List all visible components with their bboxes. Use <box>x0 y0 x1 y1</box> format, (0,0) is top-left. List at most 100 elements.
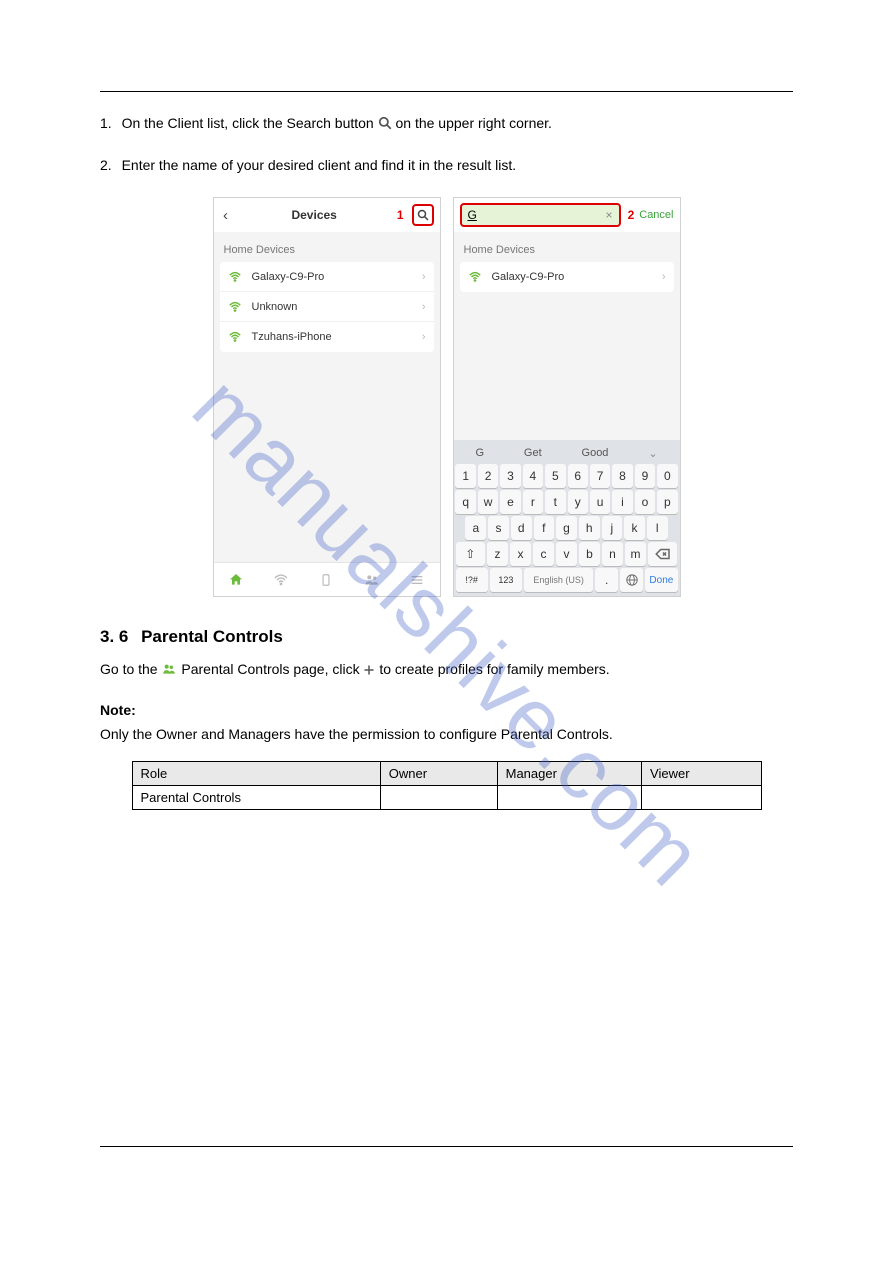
search-input[interactable]: G × <box>460 203 621 227</box>
table-cell <box>642 786 761 810</box>
column-header: Role <box>132 762 380 786</box>
column-header: Viewer <box>642 762 761 786</box>
key[interactable]: h <box>579 516 600 540</box>
wifi-icon <box>228 270 244 284</box>
key[interactable]: w <box>478 490 498 514</box>
chevron-right-icon: › <box>422 331 426 343</box>
backspace-key[interactable] <box>648 542 677 566</box>
chevron-down-icon[interactable]: ⌄ <box>648 447 657 460</box>
key[interactable]: f <box>534 516 555 540</box>
key[interactable]: a <box>465 516 486 540</box>
key[interactable]: 5 <box>545 464 565 488</box>
cancel-button[interactable]: Cancel <box>639 209 673 221</box>
table-header-row: Role Owner Manager Viewer <box>132 762 761 786</box>
suggestion[interactable]: G <box>475 447 484 459</box>
phone-icon[interactable] <box>318 572 334 588</box>
shift-key[interactable]: ⇧ <box>456 542 485 566</box>
body-text-mid: Parental Controls page, click <box>181 661 359 677</box>
key[interactable]: 0 <box>657 464 677 488</box>
key[interactable]: d <box>511 516 532 540</box>
key[interactable]: 8 <box>612 464 632 488</box>
home-icon[interactable] <box>228 572 244 588</box>
key[interactable]: p <box>657 490 677 514</box>
key[interactable]: s <box>488 516 509 540</box>
wifi-icon[interactable] <box>273 572 289 588</box>
table-cell <box>380 786 497 810</box>
key[interactable]: m <box>625 542 646 566</box>
key[interactable]: k <box>624 516 645 540</box>
key[interactable]: 6 <box>568 464 588 488</box>
note-label: Note: <box>100 702 793 718</box>
suggestion[interactable]: Good <box>582 447 609 459</box>
page-header-rule: Chapter 3 <box>100 70 793 92</box>
table-cell <box>497 786 641 810</box>
list-item[interactable]: Galaxy-C9-Pro › <box>460 262 674 292</box>
header-left: Chapter 3 <box>100 70 153 91</box>
key[interactable]: 3 <box>500 464 520 488</box>
table-cell: Parental Controls <box>132 786 380 810</box>
symbols-key[interactable]: !?# <box>456 568 488 592</box>
search-button[interactable] <box>412 204 434 226</box>
numbers-key[interactable]: 123 <box>490 568 522 592</box>
step-number: 1. <box>100 115 112 131</box>
back-icon[interactable]: ‹ <box>220 207 232 224</box>
section-label: Home Devices <box>220 238 434 262</box>
globe-key[interactable] <box>620 568 643 592</box>
phone-header: ‹ Devices 1 <box>214 198 440 232</box>
section-heading-parental: 3. 6 Parental Controls <box>100 627 793 647</box>
list-item[interactable]: Galaxy-C9-Pro › <box>220 262 434 292</box>
key[interactable]: l <box>647 516 668 540</box>
instruction-step-1: 1. On the Client list, click the Search … <box>100 114 793 134</box>
body-text-before: Go to the <box>100 661 158 677</box>
key[interactable]: 1 <box>455 464 475 488</box>
suggestion[interactable]: Get <box>524 447 542 459</box>
key[interactable]: t <box>545 490 565 514</box>
key[interactable]: r <box>523 490 543 514</box>
key[interactable]: y <box>568 490 588 514</box>
key[interactable]: x <box>510 542 531 566</box>
key[interactable]: o <box>635 490 655 514</box>
key[interactable]: b <box>579 542 600 566</box>
phone-screenshot-devices: ‹ Devices 1 Home Devices Galaxy-C9-Pro › <box>213 197 441 597</box>
column-header: Manager <box>497 762 641 786</box>
key[interactable]: e <box>500 490 520 514</box>
space-key[interactable]: English (US) <box>524 568 593 592</box>
device-list: Galaxy-C9-Pro › <box>460 262 674 292</box>
clear-icon[interactable]: × <box>606 208 613 222</box>
phone-body: Home Devices Galaxy-C9-Pro › <box>454 232 680 440</box>
key[interactable]: u <box>590 490 610 514</box>
step-text-after: on the upper right corner. <box>395 115 551 131</box>
suggestion-row: G Get Good ⌄ <box>456 444 678 462</box>
people-icon[interactable] <box>364 572 380 588</box>
key[interactable]: 9 <box>635 464 655 488</box>
period-key[interactable]: . <box>595 568 618 592</box>
key[interactable]: c <box>533 542 554 566</box>
callout-2: 2 <box>628 208 635 222</box>
key[interactable]: i <box>612 490 632 514</box>
done-key[interactable]: Done <box>645 568 677 592</box>
column-header: Owner <box>380 762 497 786</box>
device-name: Tzuhans-iPhone <box>252 331 422 343</box>
device-list: Galaxy-C9-Pro › Unknown › Tzuhans-iPhone… <box>220 262 434 352</box>
phone-body: Home Devices Galaxy-C9-Pro › Unknown › <box>214 232 440 562</box>
key[interactable]: z <box>487 542 508 566</box>
plus-icon <box>363 664 375 676</box>
key[interactable]: 4 <box>523 464 543 488</box>
list-item[interactable]: Unknown › <box>220 292 434 322</box>
people-icon <box>161 663 181 679</box>
table-row: Parental Controls <box>132 786 761 810</box>
screen-title: Devices <box>238 208 391 222</box>
device-name: Galaxy-C9-Pro <box>252 271 422 283</box>
key[interactable]: g <box>556 516 577 540</box>
key[interactable]: 7 <box>590 464 610 488</box>
menu-icon[interactable] <box>409 572 425 588</box>
key[interactable]: n <box>602 542 623 566</box>
callout-1: 1 <box>397 208 404 222</box>
key[interactable]: 2 <box>478 464 498 488</box>
key[interactable]: q <box>455 490 475 514</box>
key[interactable]: v <box>556 542 577 566</box>
list-item[interactable]: Tzuhans-iPhone › <box>220 322 434 352</box>
key[interactable]: j <box>602 516 623 540</box>
phone-screenshot-search: G × 2 Cancel Home Devices Galaxy-C9-Pro › <box>453 197 681 597</box>
bottom-tabbar <box>214 562 440 596</box>
